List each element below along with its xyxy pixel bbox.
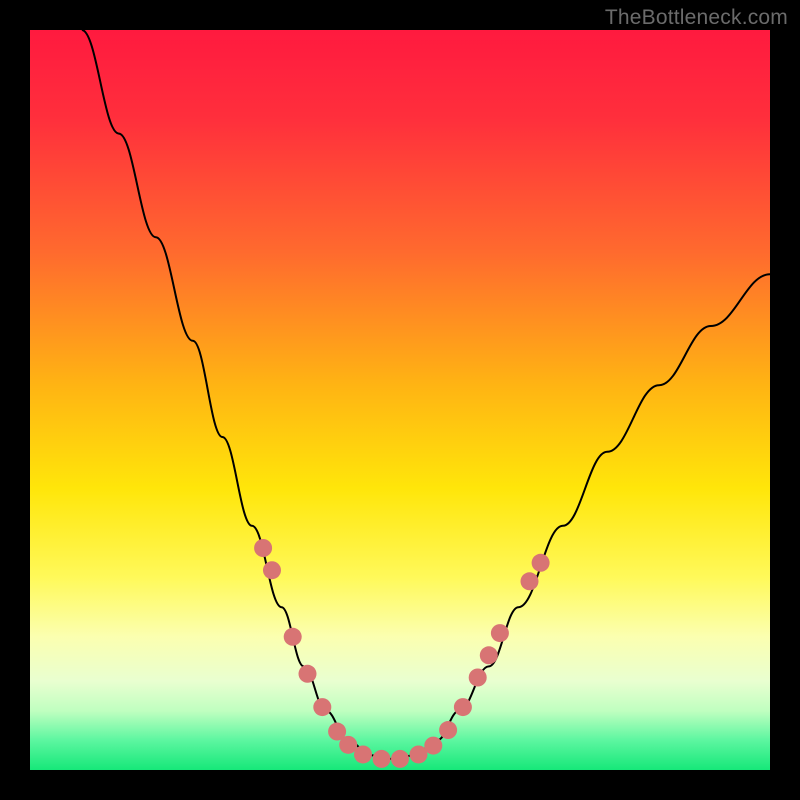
- highlight-dot: [254, 539, 272, 557]
- highlight-dot: [339, 736, 357, 754]
- watermark-text: TheBottleneck.com: [605, 6, 788, 30]
- highlight-dot: [491, 624, 509, 642]
- highlight-dot: [373, 750, 391, 768]
- highlight-dot: [284, 628, 302, 646]
- highlight-dot: [439, 721, 457, 739]
- highlight-dot: [424, 737, 442, 755]
- highlight-dots: [254, 539, 549, 768]
- highlight-dot: [263, 561, 281, 579]
- highlight-dot: [469, 669, 487, 687]
- highlight-dot: [391, 750, 409, 768]
- highlight-dot: [521, 572, 539, 590]
- plot-area: [30, 30, 770, 770]
- bottleneck-curve: [82, 30, 770, 759]
- highlight-dot: [313, 698, 331, 716]
- highlight-dot: [454, 698, 472, 716]
- highlight-dot: [532, 554, 550, 572]
- highlight-dot: [354, 745, 372, 763]
- highlight-dot: [299, 665, 317, 683]
- chart-frame: TheBottleneck.com: [0, 0, 800, 800]
- highlight-dot: [480, 646, 498, 664]
- curve-layer: [30, 30, 770, 770]
